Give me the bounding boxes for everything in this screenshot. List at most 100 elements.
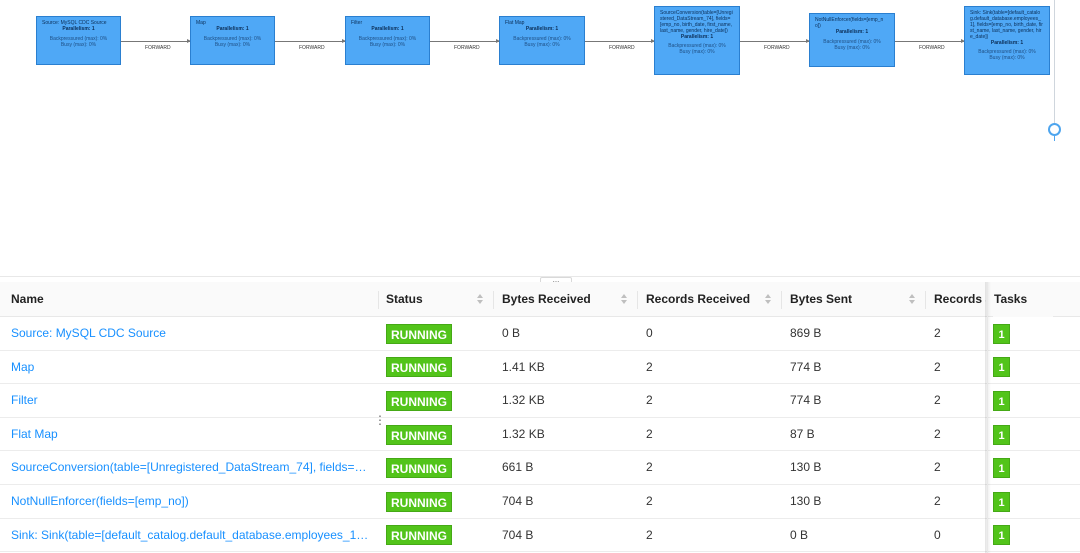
vertex-name-link[interactable]: Source: MySQL CDC Source bbox=[11, 317, 373, 350]
status-badge: RUNNING bbox=[386, 323, 452, 344]
status-cell: RUNNING bbox=[386, 384, 452, 417]
bytes-sent-cell: 130 B bbox=[790, 460, 822, 475]
node-parallelism: Parallelism: 1 bbox=[525, 26, 559, 32]
bytes-received-cell: 704 B bbox=[502, 527, 534, 542]
table-row[interactable]: SourceConversion(table=[Unregistered_Dat… bbox=[0, 451, 1080, 485]
vertex-name-link[interactable]: Filter bbox=[11, 384, 373, 417]
records-sent-cell: 0 bbox=[934, 527, 941, 542]
records-received-cell: 2 bbox=[646, 527, 653, 542]
records-sent-cell: 2 bbox=[934, 460, 941, 475]
edge-label: FORWARD bbox=[299, 45, 325, 51]
bytes-received-cell: 661 B bbox=[502, 460, 534, 475]
column-header-bytes-received[interactable]: Bytes Received bbox=[502, 282, 612, 317]
column-divider bbox=[925, 291, 926, 309]
node-busy: Busy (max): 0% bbox=[989, 55, 1025, 61]
vertex-name-link[interactable]: NotNullEnforcer(fields=[emp_no]) bbox=[11, 485, 373, 518]
node-name: SourceConversion(table=[Unregistered_Dat… bbox=[660, 10, 733, 34]
node-busy: Busy (max): 0% bbox=[369, 42, 406, 48]
column-header-name[interactable]: Name bbox=[11, 282, 371, 317]
table-row[interactable]: Sink: Sink(table=[default_catalog.defaul… bbox=[0, 518, 1080, 553]
vertex-name-link[interactable]: Map bbox=[11, 351, 373, 384]
zoom-slider-handle[interactable] bbox=[1048, 123, 1061, 136]
status-badge: RUNNING bbox=[386, 424, 452, 445]
node-parallelism: Parallelism: 1 bbox=[371, 26, 404, 32]
records-sent-cell: 2 bbox=[934, 359, 941, 374]
bytes-sent-cell: 130 B bbox=[790, 494, 822, 508]
vertex-name-link[interactable]: SourceConversion(table=[Unregistered_Dat… bbox=[11, 451, 373, 484]
zoom-handle-stem bbox=[1054, 136, 1055, 141]
node-parallelism: Parallelism: 1 bbox=[62, 26, 95, 32]
bytes-received-cell: 704 B bbox=[502, 494, 534, 508]
bytes-sent-cell: 869 B bbox=[790, 326, 822, 340]
node-parallelism: Parallelism: 1 bbox=[680, 34, 714, 40]
status-badge: RUNNING bbox=[386, 391, 452, 412]
graph-node-source-conversion[interactable]: SourceConversion(table=[Unregistered_Dat… bbox=[654, 6, 740, 75]
node-busy: Busy (max): 0% bbox=[679, 49, 715, 55]
column-divider bbox=[378, 291, 379, 309]
bytes-received-cell: 0 B bbox=[502, 326, 521, 340]
zoom-slider-track[interactable] bbox=[1054, 0, 1055, 125]
status-cell: RUNNING bbox=[386, 451, 452, 484]
graph-node-source[interactable]: Source: MySQL CDC Source Parallelism: 1 … bbox=[36, 16, 121, 65]
node-parallelism: Parallelism: 1 bbox=[835, 29, 869, 35]
status-cell: RUNNING bbox=[386, 418, 452, 451]
column-divider bbox=[493, 291, 494, 309]
vertices-table: Name Status Bytes Received Records Recei… bbox=[0, 282, 1080, 553]
status-cell: RUNNING bbox=[386, 351, 452, 384]
graph-node-flat-map[interactable]: Flat Map Parallelism: 1 Backpressured (m… bbox=[499, 16, 585, 65]
vertex-name-link[interactable]: Flat Map bbox=[11, 418, 373, 451]
column-header-status[interactable]: Status bbox=[386, 282, 466, 317]
node-busy: Busy (max): 0% bbox=[214, 42, 251, 48]
node-busy: Busy (max): 0% bbox=[60, 42, 97, 48]
column-header-records-sent[interactable]: Records Sent bbox=[934, 282, 986, 317]
edge-label: FORWARD bbox=[454, 45, 480, 51]
sort-icon[interactable] bbox=[765, 294, 772, 306]
column-resize-icon[interactable]: ⋮ bbox=[374, 412, 386, 428]
graph-edge bbox=[585, 39, 655, 43]
node-busy: Busy (max): 0% bbox=[834, 45, 870, 51]
bytes-sent-cell: 87 B bbox=[790, 426, 815, 441]
graph-node-filter[interactable]: Filter Parallelism: 1 Backpressured (max… bbox=[345, 16, 430, 65]
table-row[interactable]: Flat Map RUNNING 1.32 KB 2 87 B 2 1 bbox=[0, 417, 1080, 452]
graph-edge bbox=[121, 39, 191, 43]
job-graph[interactable]: Source: MySQL CDC Source Parallelism: 1 … bbox=[0, 0, 1080, 276]
column-header-bytes-sent[interactable]: Bytes Sent bbox=[790, 282, 900, 317]
sort-icon[interactable] bbox=[621, 294, 628, 306]
status-cell: RUNNING bbox=[386, 317, 452, 350]
table-header: Name Status Bytes Received Records Recei… bbox=[0, 282, 1080, 317]
column-header-records-received[interactable]: Records Received bbox=[646, 282, 756, 317]
table-row[interactable]: NotNullEnforcer(fields=[emp_no]) RUNNING… bbox=[0, 485, 1080, 519]
status-cell: RUNNING bbox=[386, 485, 452, 518]
node-busy: Busy (max): 0% bbox=[524, 42, 560, 48]
node-parallelism: Parallelism: 1 bbox=[990, 40, 1024, 46]
graph-node-map[interactable]: Map Parallelism: 1 Backpressured (max): … bbox=[190, 16, 275, 65]
sort-icon[interactable] bbox=[909, 294, 916, 306]
records-received-cell: 2 bbox=[646, 494, 653, 508]
bytes-sent-cell: 774 B bbox=[790, 393, 822, 408]
status-badge: RUNNING bbox=[386, 525, 452, 546]
status-badge: RUNNING bbox=[386, 357, 452, 378]
records-sent-cell: 2 bbox=[934, 326, 941, 340]
edge-label: FORWARD bbox=[609, 45, 635, 51]
edge-label: FORWARD bbox=[764, 45, 790, 51]
table-row[interactable]: Map RUNNING 1.41 KB 2 774 B 2 1 bbox=[0, 350, 1080, 385]
table-row[interactable]: Filter RUNNING 1.32 KB 2 774 B 2 1 bbox=[0, 384, 1080, 418]
records-received-cell: 2 bbox=[646, 426, 653, 441]
bytes-received-cell: 1.32 KB bbox=[502, 426, 545, 441]
graph-node-not-null-enforcer[interactable]: NotNullEnforcer(fields=[emp_no]) Paralle… bbox=[809, 13, 895, 67]
records-sent-cell: 2 bbox=[934, 494, 941, 508]
records-received-cell: 2 bbox=[646, 460, 653, 475]
node-parallelism: Parallelism: 1 bbox=[216, 26, 249, 32]
bytes-sent-cell: 0 B bbox=[790, 527, 809, 542]
graph-node-sink[interactable]: Sink: Sink(table=[default_catalog.defaul… bbox=[964, 6, 1050, 75]
sort-icon[interactable] bbox=[477, 294, 484, 306]
status-badge: RUNNING bbox=[386, 458, 452, 479]
status-cell: RUNNING bbox=[386, 519, 452, 552]
bytes-received-cell: 1.32 KB bbox=[502, 393, 545, 408]
table-row[interactable]: Source: MySQL CDC Source RUNNING 0 B 0 8… bbox=[0, 317, 1080, 351]
vertex-name-link[interactable]: Sink: Sink(table=[default_catalog.defaul… bbox=[11, 519, 373, 552]
edge-label: FORWARD bbox=[919, 45, 945, 51]
records-sent-cell: 2 bbox=[934, 426, 941, 441]
status-badge: RUNNING bbox=[386, 491, 452, 512]
records-received-cell: 0 bbox=[646, 326, 653, 340]
